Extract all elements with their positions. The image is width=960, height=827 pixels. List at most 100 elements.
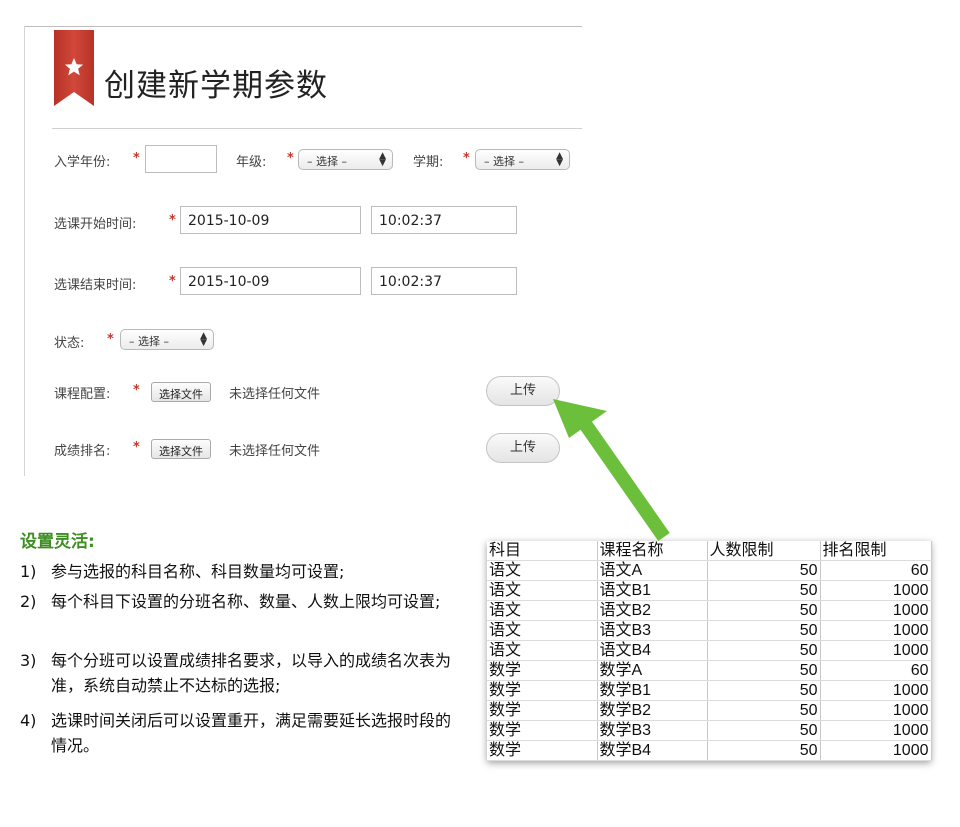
course-config-label: 课程配置:: [54, 387, 111, 402]
cell-rank-limit: 1000: [820, 600, 932, 621]
end-time-label: 选课结束时间:: [54, 278, 137, 293]
note-number: 1): [20, 562, 37, 581]
ranking-upload-button[interactable]: 上传: [486, 433, 560, 463]
cell-capacity: 50: [707, 620, 821, 641]
cell-course-name: 语文B4: [597, 640, 708, 661]
table-row: 数学 数学B4 50 1000: [487, 740, 932, 761]
note-text: 每个科目下设置的分班名称、数量、人数上限均可设置;: [51, 592, 441, 611]
start-date-input[interactable]: 2015-10-09: [180, 206, 361, 234]
cell-capacity: 50: [707, 560, 821, 581]
cell-course-name: 语文B3: [597, 620, 708, 641]
table-row: 语文 语文B1 50 1000: [487, 580, 932, 601]
cell-rank-limit: 1000: [820, 680, 932, 701]
page-title: 创建新学期参数: [104, 68, 328, 104]
table-row: 数学 数学A 50 60: [487, 660, 932, 681]
cell-capacity: 50: [707, 680, 821, 701]
cell-course-name: 语文B1: [597, 580, 708, 601]
cell-course-name: 数学B4: [597, 740, 708, 761]
note-text: 选课时间关闭后可以设置重开，满足需要延长选报时段的情况。: [51, 711, 452, 755]
note-text: 每个分班可以设置成绩排名要求，以导入的成绩名次表为准，系统自动禁止不达标的选报;: [51, 651, 452, 695]
grade-label: 年级:: [236, 155, 267, 170]
cell-subject: 语文: [487, 640, 598, 661]
grade-select-value: – 选择 –: [307, 155, 347, 168]
course-config-file-status: 未选择任何文件: [229, 387, 321, 402]
required-mark: *: [133, 151, 140, 166]
table-row: 数学 数学B1 50 1000: [487, 680, 932, 701]
cell-subject: 数学: [487, 660, 598, 681]
course-table: 科目 课程名称 人数限制 排名限制 语文 语文A 50 60 语文 语文B1 5…: [487, 541, 932, 761]
cell-rank-limit: 1000: [820, 620, 932, 641]
cell-subject: 数学: [487, 720, 598, 741]
cell-rank-limit: 1000: [820, 580, 932, 601]
required-mark: *: [169, 274, 176, 289]
ranking-choose-file-button[interactable]: 选择文件: [151, 439, 211, 459]
cell-subject: 数学: [487, 700, 598, 721]
cell-rank-limit: 1000: [820, 740, 932, 761]
note-text: 参与选报的科目名称、科目数量均可设置;: [51, 562, 345, 581]
column-header-course-name: 课程名称: [597, 541, 708, 561]
end-time-input[interactable]: 10:02:37: [371, 267, 517, 295]
cell-course-name: 数学B1: [597, 680, 708, 701]
cell-course-name: 语文B2: [597, 600, 708, 621]
course-config-choose-file-button[interactable]: 选择文件: [151, 382, 211, 402]
column-header-subject: 科目: [487, 541, 598, 561]
cell-capacity: 50: [707, 640, 821, 661]
cell-subject: 语文: [487, 600, 598, 621]
note-item: 4) 选课时间关闭后可以设置重开，满足需要延长选报时段的情况。: [20, 708, 465, 758]
enroll-year-input[interactable]: [145, 145, 217, 173]
up-down-arrows-icon: ▲ ▼: [379, 151, 386, 168]
ranking-file-status: 未选择任何文件: [229, 444, 321, 459]
table-row: 语文 语文B4 50 1000: [487, 640, 932, 661]
cell-subject: 语文: [487, 580, 598, 601]
cell-rank-limit: 60: [820, 560, 932, 581]
term-select[interactable]: – 选择 – ▲ ▼: [475, 149, 570, 170]
end-date-input[interactable]: 2015-10-09: [180, 267, 361, 295]
status-select[interactable]: – 选择 – ▲ ▼: [120, 329, 214, 350]
note-number: 2): [20, 592, 37, 611]
status-label: 状态:: [54, 336, 85, 351]
start-time-label: 选课开始时间:: [54, 217, 137, 232]
cell-rank-limit: 1000: [820, 720, 932, 741]
term-label: 学期:: [413, 155, 444, 170]
course-config-upload-button[interactable]: 上传: [486, 376, 560, 406]
required-mark: *: [107, 332, 114, 347]
cell-capacity: 50: [707, 580, 821, 601]
cell-course-name: 数学B2: [597, 700, 708, 721]
table-row: 数学 数学B2 50 1000: [487, 700, 932, 721]
grade-select[interactable]: – 选择 – ▲ ▼: [298, 149, 393, 170]
required-mark: *: [133, 440, 140, 455]
term-select-value: – 选择 –: [484, 155, 524, 168]
cell-rank-limit: 1000: [820, 640, 932, 661]
required-mark: *: [169, 213, 176, 228]
panel-left-border: [24, 26, 25, 476]
panel-top-border: [24, 26, 582, 27]
required-mark: *: [287, 151, 294, 166]
form-panel: 创建新学期参数 入学年份: * 年级: * – 选择 – ▲ ▼ 学期: * – …: [24, 26, 582, 476]
enroll-year-label: 入学年份:: [54, 155, 111, 170]
cell-rank-limit: 60: [820, 660, 932, 681]
table-row: 语文 语文A 50 60: [487, 560, 932, 581]
table-row: 数学 数学B3 50 1000: [487, 720, 932, 741]
cell-capacity: 50: [707, 740, 821, 761]
note-item: 1) 参与选报的科目名称、科目数量均可设置;: [20, 559, 465, 584]
note-item: 3) 每个分班可以设置成绩排名要求，以导入的成绩名次表为准，系统自动禁止不达标的…: [20, 648, 465, 698]
up-down-arrows-icon: ▲ ▼: [200, 331, 207, 348]
cell-capacity: 50: [707, 700, 821, 721]
note-number: 3): [20, 651, 37, 670]
cell-subject: 数学: [487, 680, 598, 701]
start-time-input[interactable]: 10:02:37: [371, 206, 517, 234]
cell-subject: 语文: [487, 620, 598, 641]
column-header-rank-limit: 排名限制: [820, 541, 932, 561]
required-mark: *: [133, 383, 140, 398]
table-header-row: 科目 课程名称 人数限制 排名限制: [487, 541, 932, 561]
status-select-value: – 选择 –: [129, 335, 169, 348]
required-mark: *: [463, 151, 470, 166]
table-row: 语文 语文B3 50 1000: [487, 620, 932, 641]
note-item: 2) 每个科目下设置的分班名称、数量、人数上限均可设置;: [20, 589, 465, 614]
cell-capacity: 50: [707, 600, 821, 621]
ranking-label: 成绩排名:: [54, 444, 111, 459]
cell-course-name: 语文A: [597, 560, 708, 581]
column-header-capacity: 人数限制: [707, 541, 821, 561]
cell-course-name: 数学A: [597, 660, 708, 681]
notes-heading: 设置灵活:: [20, 532, 95, 552]
